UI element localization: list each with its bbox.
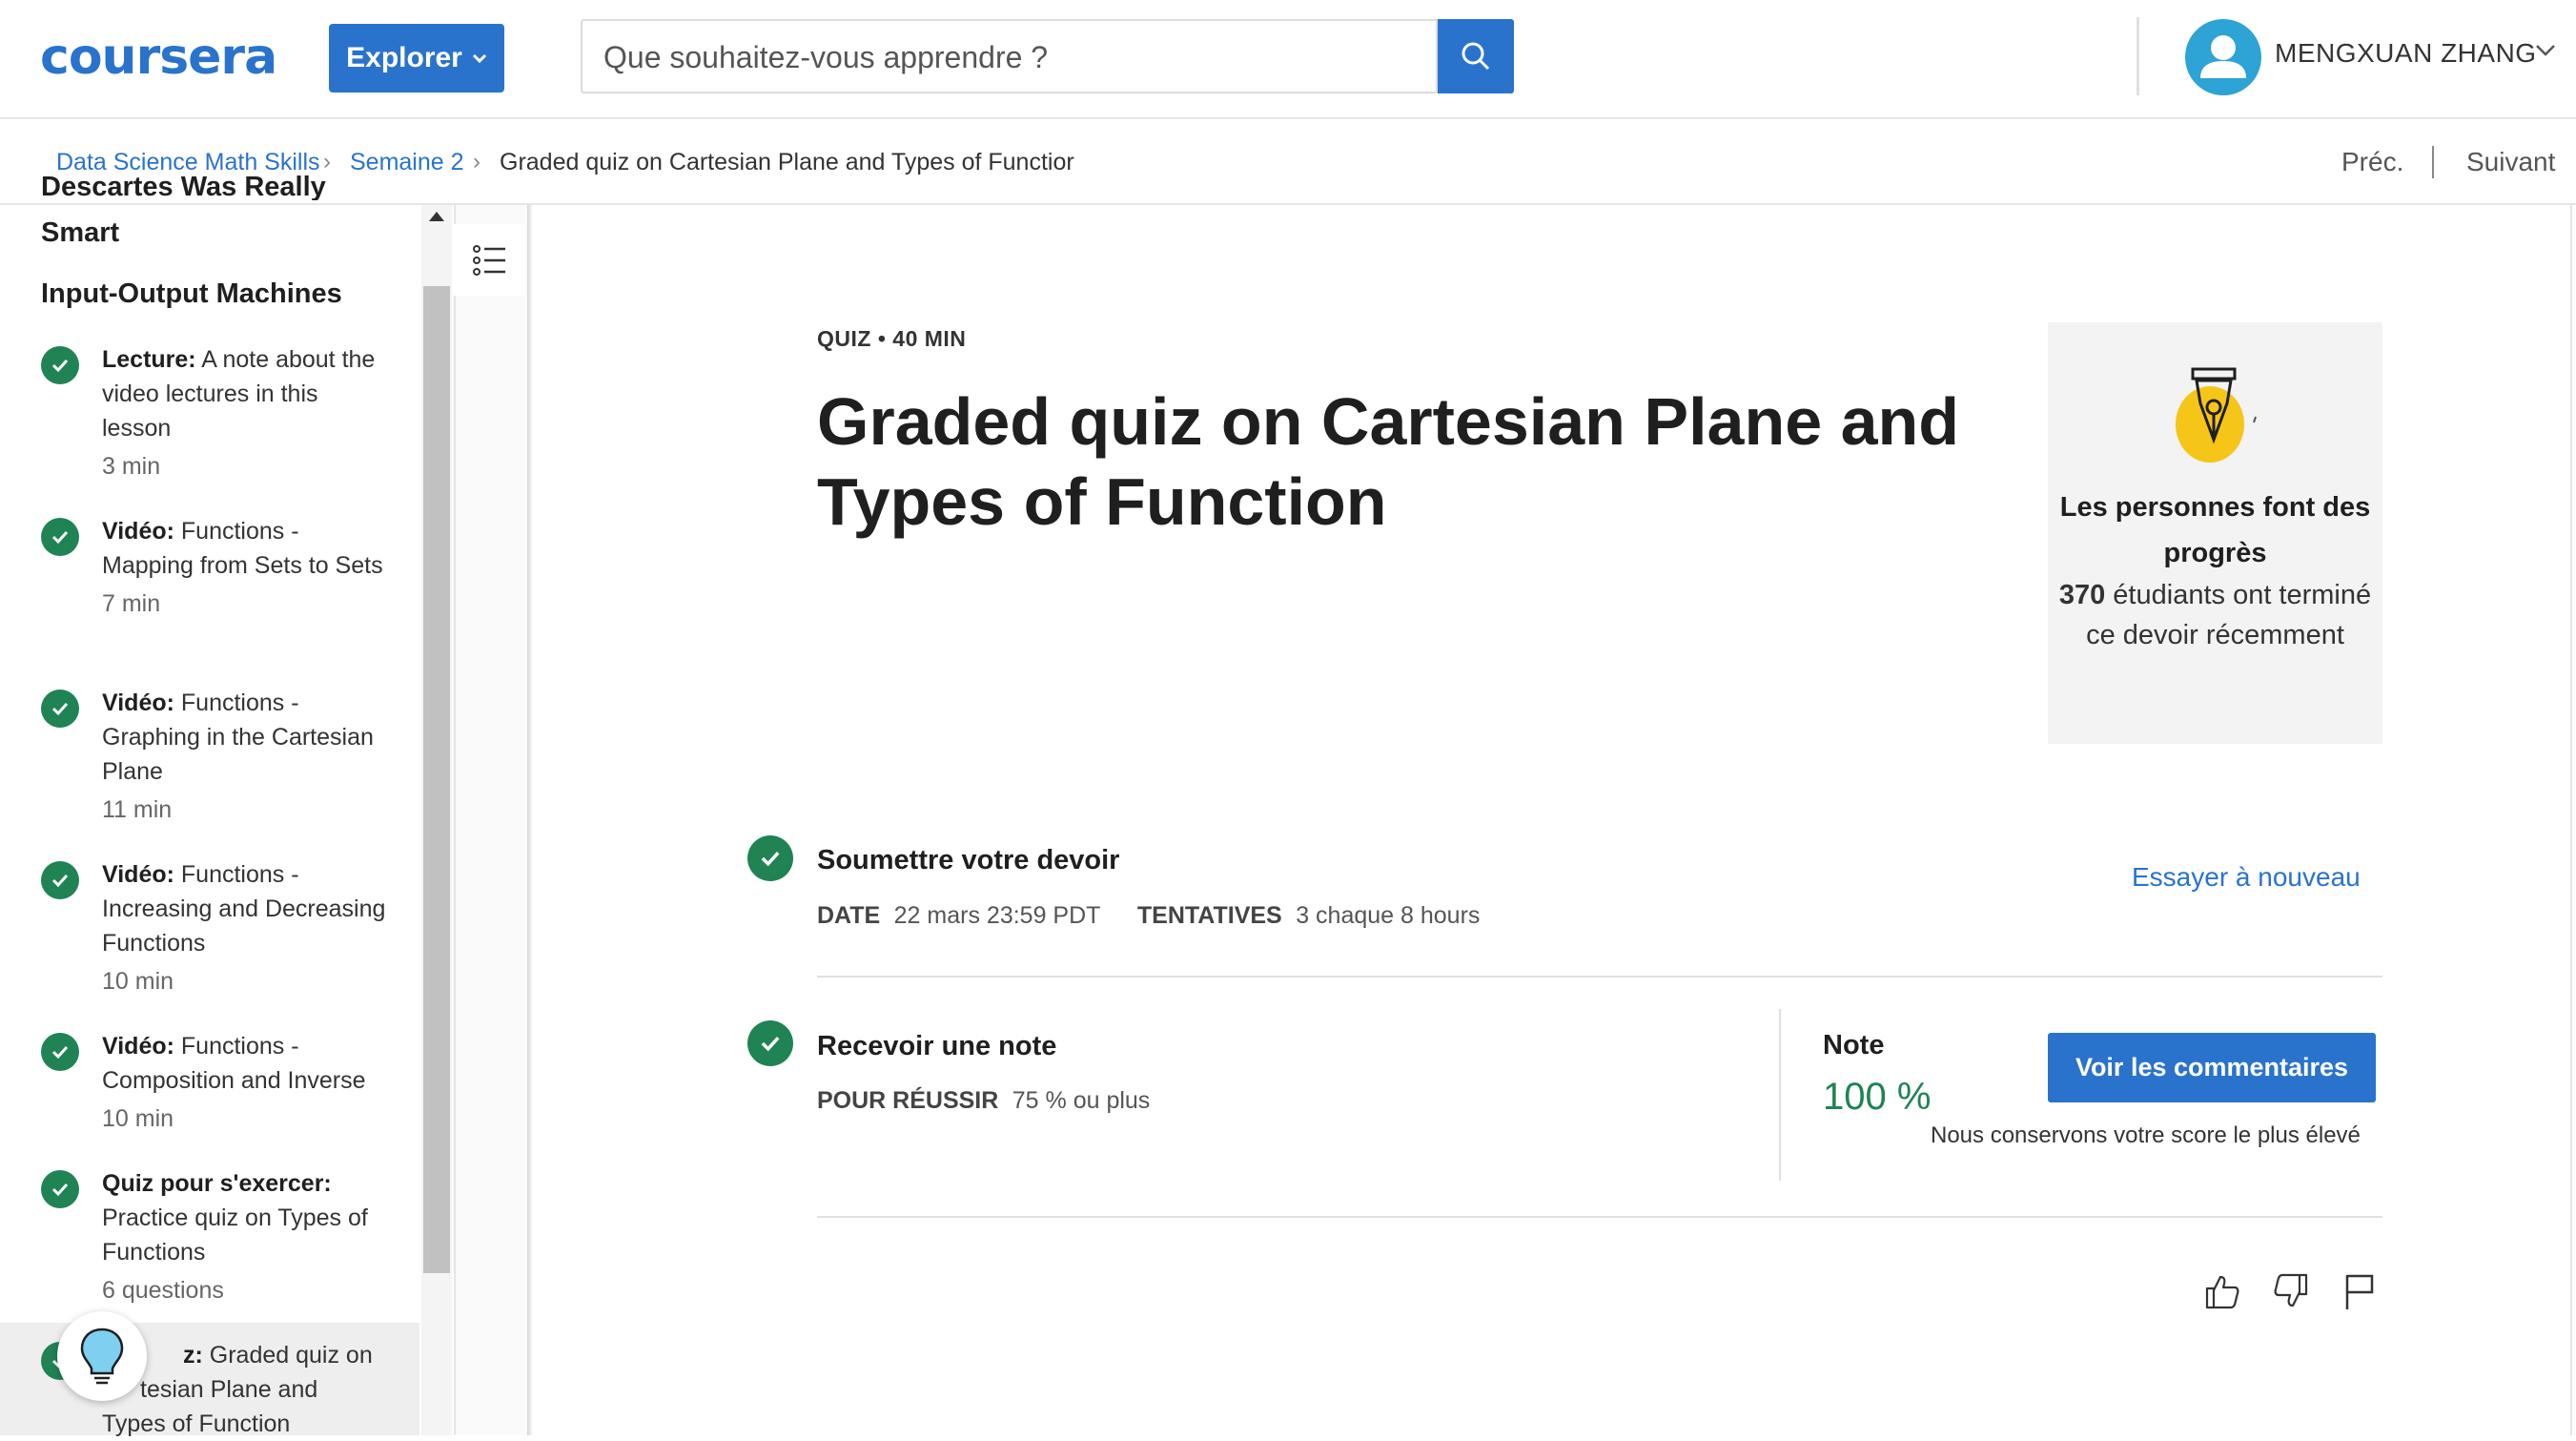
item-type: Quiz pour s'exercer: bbox=[102, 1170, 332, 1197]
header-divider bbox=[2136, 17, 2139, 95]
breadcrumb-current: Graded quiz on Cartesian Plane and Types… bbox=[500, 149, 1074, 175]
next-link[interactable]: Suivant bbox=[2466, 147, 2555, 177]
item-type: Vidéo: bbox=[102, 861, 174, 888]
breadcrumb-chevron-icon: › bbox=[473, 149, 480, 175]
sidebar-scrollbar-thumb[interactable] bbox=[423, 286, 450, 1273]
top-header: coursera Explorer MENGXUAN ZHANG bbox=[0, 0, 2576, 119]
submit-meta: DATE 22 mars 23:59 PDT TENTATIVES 3 chaq… bbox=[817, 902, 1480, 930]
explore-label: Explorer bbox=[346, 42, 462, 73]
pass-value: 75 % ou plus bbox=[1012, 1087, 1151, 1114]
item-duration: 7 min bbox=[102, 590, 161, 617]
avatar[interactable] bbox=[2185, 19, 2261, 95]
item-title-line-2: tesian Plane and bbox=[140, 1376, 318, 1403]
breadcrumb: Data Science Math Skills › Semaine 2 › G… bbox=[0, 119, 2576, 205]
scroll-up-arrow-icon[interactable] bbox=[429, 212, 444, 221]
sidebar-partial-heading: Descartes Was Really bbox=[41, 172, 326, 200]
explore-button[interactable]: Explorer bbox=[329, 24, 504, 93]
divider bbox=[817, 976, 2382, 978]
grade-step-title: Recevoir une note bbox=[817, 1031, 1057, 1061]
item-title: Practice quiz on Types of Functions bbox=[102, 1204, 368, 1266]
progress-text: 370 étudiants ont terminé ce devoir réce… bbox=[2048, 575, 2382, 655]
submit-step-title: Soumettre votre devoir bbox=[817, 845, 1120, 875]
sidebar-section-title: Input-Output Machines bbox=[41, 278, 342, 309]
item-duration: 10 min bbox=[102, 1105, 174, 1132]
item-title-line-3: Types of Function bbox=[102, 1410, 291, 1437]
item-duration: 11 min bbox=[102, 796, 173, 823]
check-icon bbox=[747, 1020, 793, 1066]
divider bbox=[817, 1216, 2382, 1218]
user-name[interactable]: MENGXUAN ZHANG bbox=[2275, 38, 2537, 69]
breadcrumb-week[interactable]: Semaine 2 bbox=[350, 149, 464, 176]
nav-divider bbox=[2432, 146, 2434, 178]
check-icon bbox=[747, 835, 793, 881]
prev-link[interactable]: Préc. bbox=[2341, 147, 2403, 177]
retry-link[interactable]: Essayer à nouveau bbox=[2132, 862, 2361, 893]
grade-label: Note bbox=[1823, 1030, 1885, 1060]
item-type: Vidéo: bbox=[102, 690, 174, 716]
item-type: Lecture: bbox=[102, 346, 196, 373]
page-title: Graded quiz on Cartesian Plane and Types… bbox=[817, 384, 1960, 539]
item-duration: 3 min bbox=[102, 453, 161, 480]
search-box bbox=[581, 19, 1438, 93]
attempts-value: 3 chaque 8 hours bbox=[1296, 902, 1481, 929]
grade-divider bbox=[1779, 1009, 1781, 1181]
search-input[interactable] bbox=[602, 21, 1416, 93]
view-feedback-button[interactable]: Voir les commentaires bbox=[2048, 1033, 2376, 1102]
check-icon bbox=[41, 861, 79, 899]
grade-value: 100 % bbox=[1823, 1076, 1932, 1118]
outline-toggle-button[interactable] bbox=[454, 224, 525, 296]
search-button[interactable] bbox=[1438, 19, 1514, 93]
item-title: Graded quiz on bbox=[209, 1342, 373, 1369]
check-icon bbox=[41, 346, 79, 384]
coursera-logo[interactable]: coursera bbox=[40, 27, 277, 88]
score-note: Nous conservons votre score le plus élev… bbox=[1931, 1122, 2361, 1148]
check-icon bbox=[41, 1033, 79, 1071]
pass-meta: POUR RÉUSSIR 75 % ou plus bbox=[817, 1087, 1150, 1115]
flag-icon[interactable] bbox=[2336, 1268, 2382, 1314]
sidebar-partial-heading-2: Smart bbox=[41, 217, 120, 248]
item-type: Vidéo: bbox=[102, 518, 174, 545]
item-type: z: bbox=[183, 1342, 203, 1369]
content-edge bbox=[2570, 205, 2572, 1435]
check-icon bbox=[41, 518, 79, 556]
item-duration: 10 min bbox=[102, 968, 174, 995]
learner-count: 370 bbox=[2058, 580, 2106, 610]
lightbulb-icon[interactable] bbox=[57, 1311, 147, 1401]
pen-nib-badge-icon bbox=[2164, 365, 2269, 475]
attempts-label: TENTATIVES bbox=[1136, 902, 1282, 929]
check-icon bbox=[41, 690, 79, 728]
date-label: DATE bbox=[817, 902, 881, 929]
thumbs-up-icon[interactable] bbox=[2198, 1268, 2244, 1314]
search-icon bbox=[1462, 42, 1490, 71]
date-value: 22 mars 23:59 PDT bbox=[893, 902, 1101, 929]
chevron-down-icon bbox=[472, 48, 487, 70]
check-icon bbox=[41, 1170, 79, 1208]
progress-heading: Les personnes font des progrès bbox=[2059, 492, 2371, 568]
outline-column bbox=[454, 205, 529, 1435]
quiz-kicker: QUIZ • 40 MIN bbox=[817, 326, 967, 351]
pass-label: POUR RÉUSSIR bbox=[817, 1087, 999, 1114]
item-duration: 6 questions bbox=[102, 1277, 224, 1304]
user-icon bbox=[2200, 35, 2246, 78]
list-icon bbox=[472, 244, 505, 276]
thumbs-down-icon[interactable] bbox=[2269, 1268, 2315, 1314]
content-shadow bbox=[527, 205, 533, 1435]
progress-description: étudiants ont terminé ce devoir récemmen… bbox=[2086, 580, 2372, 650]
item-type: Vidéo: bbox=[102, 1033, 174, 1060]
chevron-down-icon[interactable] bbox=[2534, 42, 2557, 62]
